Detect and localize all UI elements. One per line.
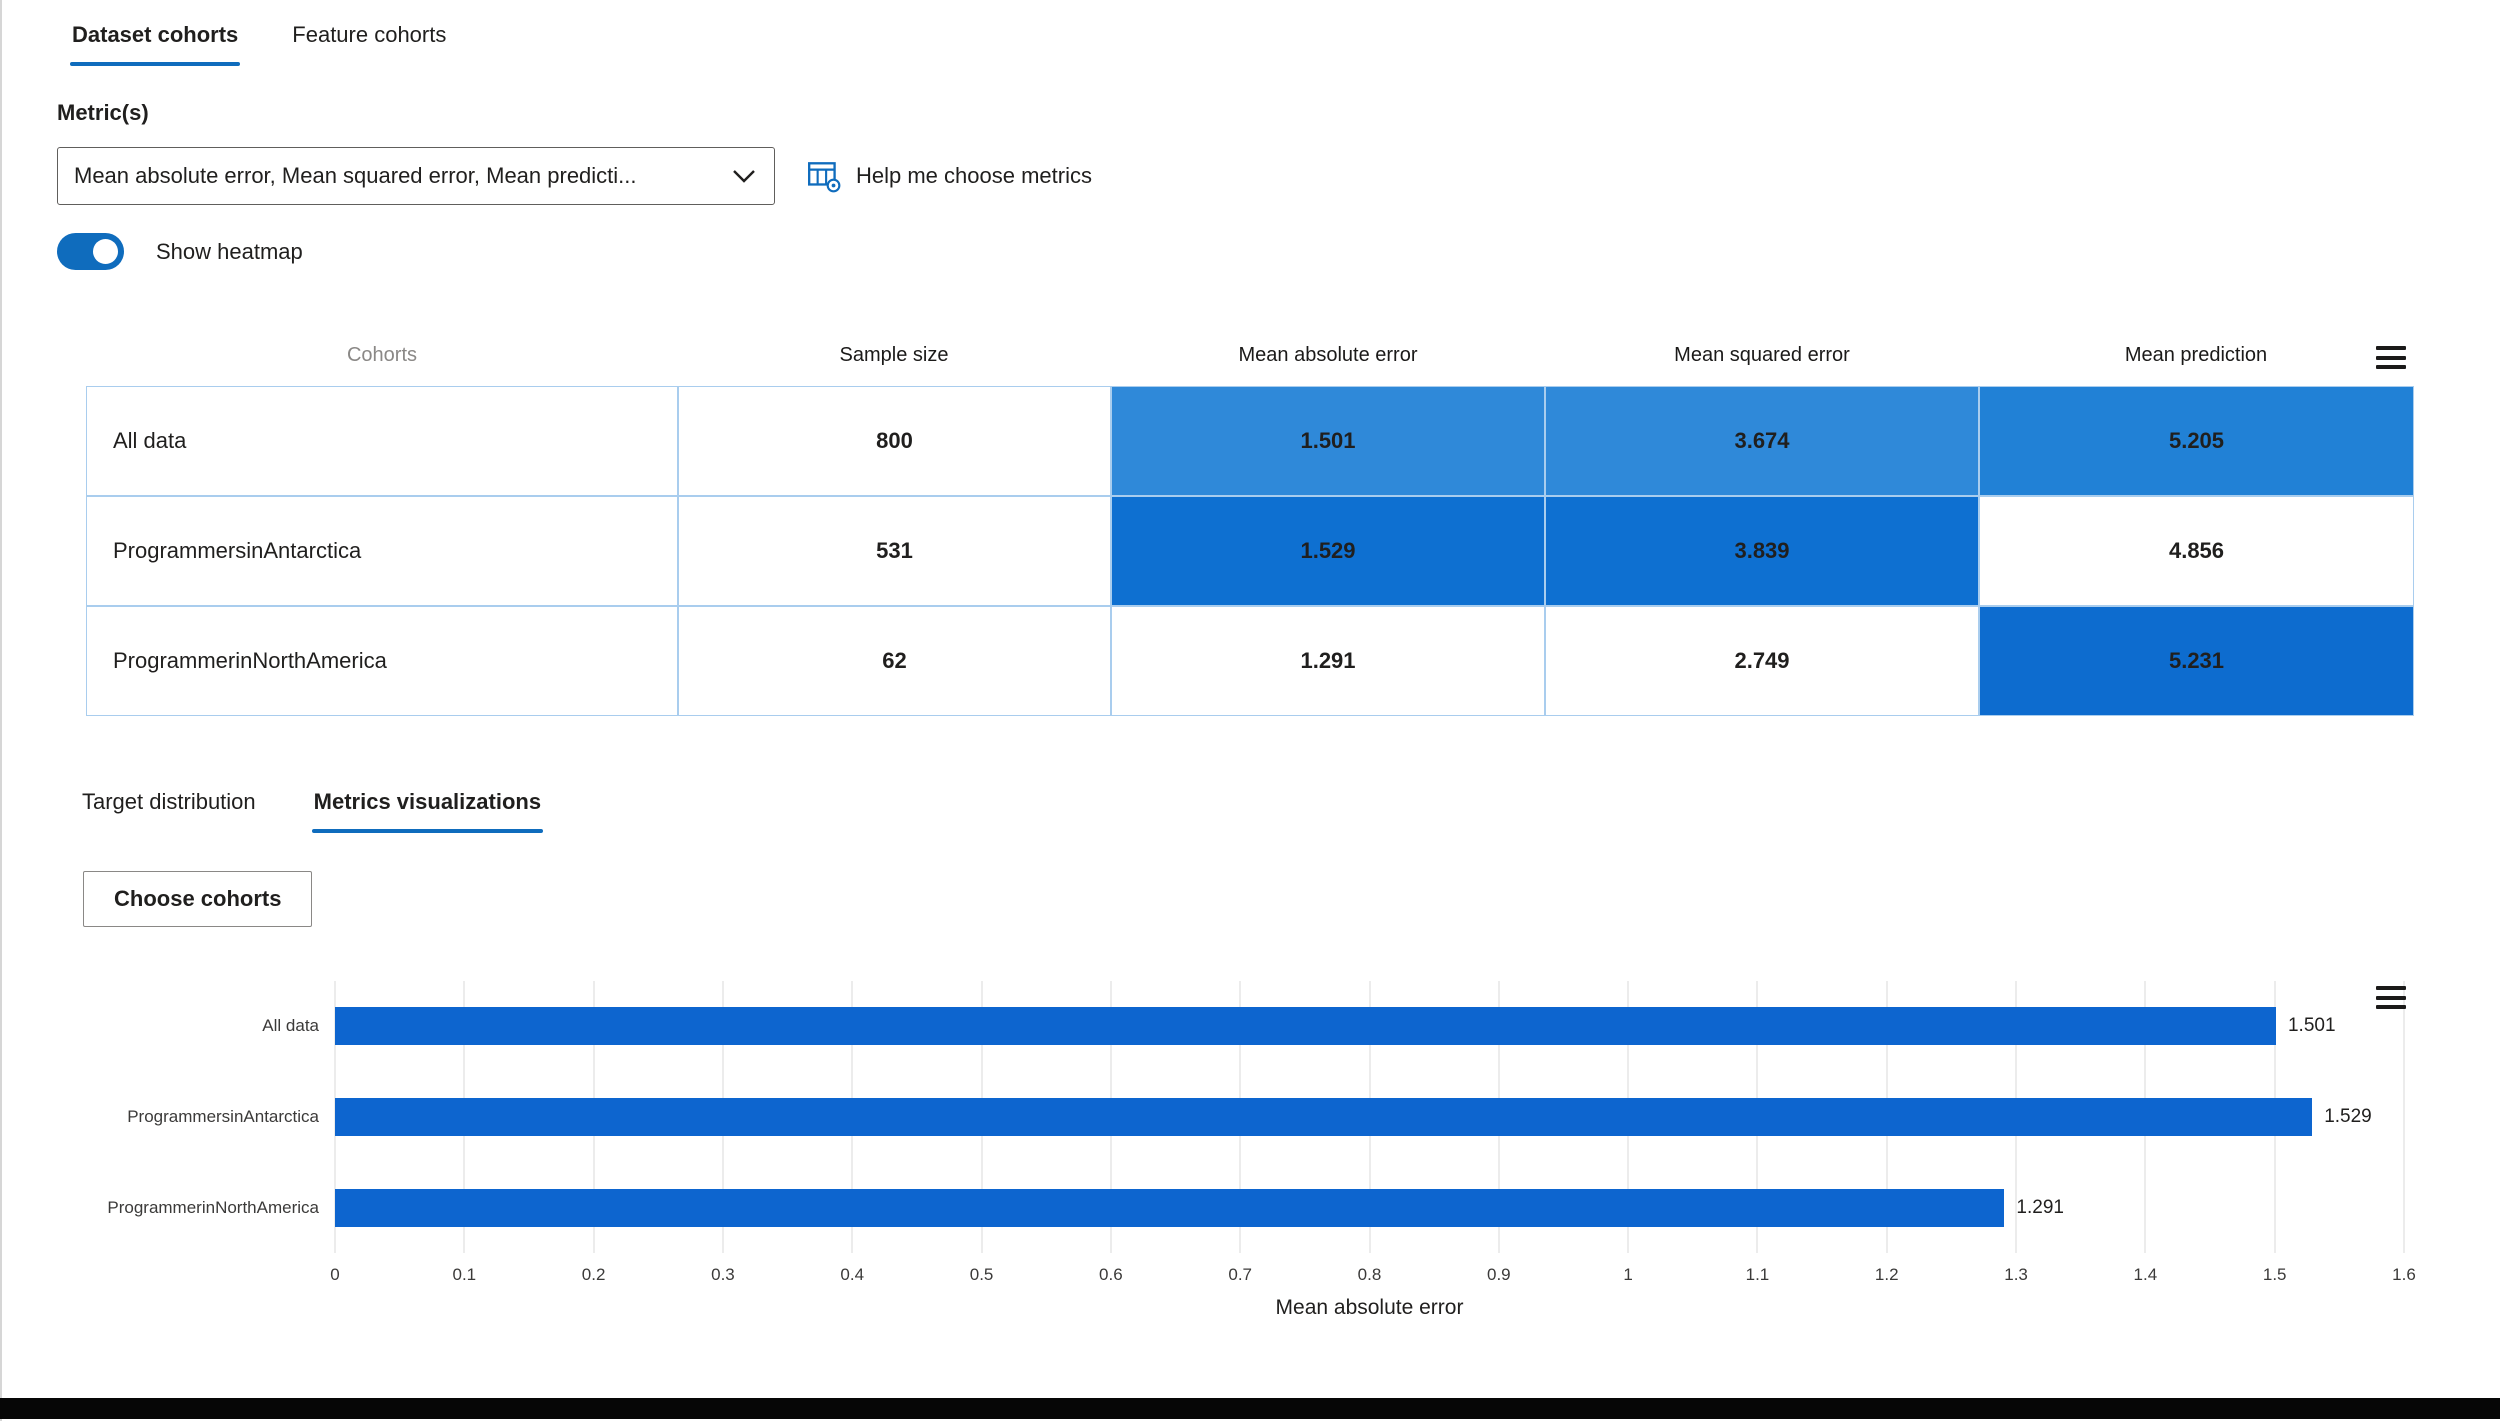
- cohort-name-cell: All data: [86, 386, 678, 496]
- tab-feature-cohorts-label: Feature cohorts: [292, 22, 447, 47]
- x-tick-label: 1.1: [1745, 1265, 1770, 1284]
- window-left-edge: [0, 0, 2, 1421]
- bottom-black-bar: [0, 1398, 2500, 1419]
- col-header-cohorts: Cohorts: [346, 344, 418, 366]
- choose-cohorts-button[interactable]: Choose cohorts: [83, 871, 313, 927]
- y-category-label: All data: [262, 1016, 319, 1036]
- help-me-choose-metrics-label: Help me choose metrics: [856, 163, 1092, 188]
- sample-size-cell: 531: [678, 496, 1111, 606]
- x-tick-label: 1.6: [2392, 1265, 2416, 1284]
- bar-all-data[interactable]: [335, 1007, 2276, 1046]
- x-tick-label: 0.5: [969, 1265, 994, 1284]
- x-tick-label: 0.1: [452, 1265, 477, 1284]
- tab-dataset-cohorts-label: Dataset cohorts: [72, 22, 239, 47]
- bar-value-label: 1.501: [2287, 1015, 2336, 1037]
- x-tick-label: 1.4: [2133, 1265, 2158, 1284]
- bar-programmerinnorthamerica[interactable]: [335, 1188, 2005, 1227]
- metrics-dropdown-value: Mean absolute error, Mean squared error,…: [74, 163, 637, 188]
- cohort-metrics-heatmap-table: All data 800 1.501 3.674 5.205 Programme…: [86, 386, 2414, 716]
- tab-metrics-visualizations[interactable]: Metrics visualizations: [311, 789, 544, 833]
- metric-cell[interactable]: 5.205: [1979, 386, 2414, 496]
- bar-plot: 0 0.1 0.2 0.3 0.4 0.5 0.6 0.7 0.8 0.9 1 1.1 1.2 1.3 1.…: [107, 981, 2416, 1284]
- table-header-row: Cohorts Sample size Mean absolute error …: [0, 344, 2500, 372]
- x-tick-label: 1.5: [2262, 1265, 2287, 1284]
- tab-target-distribution[interactable]: Target distribution: [80, 789, 258, 833]
- col-header-mean-absolute-error: Mean absolute error: [1238, 344, 1418, 366]
- help-me-choose-metrics-link[interactable]: Help me choose metrics: [806, 147, 1092, 205]
- col-header-sample-size: Sample size: [839, 344, 949, 366]
- tab-metrics-visualizations-label: Metrics visualizations: [313, 789, 542, 814]
- cohort-tab-bar: Dataset cohorts Feature cohorts: [70, 18, 448, 66]
- sample-size-cell: 62: [678, 606, 1111, 716]
- gridline: [2403, 981, 2405, 1253]
- show-heatmap-row: Show heatmap: [57, 233, 303, 270]
- metric-cell[interactable]: 1.529: [1111, 496, 1545, 606]
- x-tick-label: 0.4: [840, 1265, 865, 1284]
- x-tick-label: 1: [1623, 1265, 1633, 1284]
- bar-value-label: 1.529: [2324, 1106, 2372, 1127]
- chart-menu-icon[interactable]: [2376, 986, 2406, 1009]
- x-axis-title: Mean absolute error: [1275, 1296, 1464, 1319]
- cohort-name-cell: ProgrammersinAntarctica: [86, 496, 678, 606]
- x-tick-label: 1.2: [1874, 1265, 1899, 1284]
- metrics-label: Metric(s): [57, 100, 149, 125]
- y-category-label: ProgrammersinAntarctica: [127, 1107, 319, 1126]
- show-heatmap-label: Show heatmap: [156, 238, 303, 264]
- x-tick-label: 1.3: [2004, 1265, 2028, 1284]
- tab-feature-cohorts[interactable]: Feature cohorts: [290, 18, 448, 66]
- tab-dataset-cohorts[interactable]: Dataset cohorts: [70, 18, 241, 66]
- metrics-dropdown[interactable]: Mean absolute error, Mean squared error,…: [57, 147, 775, 205]
- visualization-tab-bar: Target distribution Metrics visualizatio…: [80, 789, 544, 833]
- bar-value-label: 1.291: [2016, 1196, 2064, 1218]
- y-category-label: ProgrammerinNorthAmerica: [107, 1197, 319, 1217]
- cohort-name-cell: ProgrammerinNorthAmerica: [86, 606, 678, 716]
- sample-size-cell: 800: [678, 386, 1111, 496]
- metric-cell[interactable]: 3.839: [1545, 496, 1979, 606]
- metric-cell[interactable]: 4.856: [1979, 496, 2414, 606]
- col-header-mean-prediction: Mean prediction: [2124, 344, 2268, 366]
- x-tick-label: 0.7: [1228, 1265, 1253, 1284]
- metric-cell[interactable]: 1.291: [1111, 606, 1545, 716]
- metric-cell[interactable]: 2.749: [1545, 606, 1979, 716]
- x-tick-label: 0.6: [1099, 1265, 1123, 1284]
- bar-programmersinantarctica[interactable]: [335, 1098, 2313, 1136]
- metric-cell[interactable]: 1.501: [1111, 386, 1545, 496]
- x-tick-label: 0.3: [711, 1265, 735, 1284]
- x-tick-label: 0.2: [581, 1265, 606, 1284]
- x-tick-label: 0.8: [1357, 1265, 1382, 1284]
- table-menu-icon[interactable]: [2376, 346, 2406, 369]
- metric-cell[interactable]: 5.231: [1979, 606, 2414, 716]
- metric-cell[interactable]: 3.674: [1545, 386, 1979, 496]
- x-tick-label: 0.9: [1486, 1265, 1511, 1284]
- toggle-knob: [93, 239, 118, 264]
- col-header-mean-squared-error: Mean squared error: [1674, 344, 1850, 366]
- chevron-down-icon: [732, 169, 756, 183]
- tab-target-distribution-label: Target distribution: [82, 789, 256, 814]
- metrics-help-icon: [806, 158, 842, 194]
- x-tick-label: 0: [330, 1265, 340, 1284]
- show-heatmap-toggle[interactable]: [57, 233, 124, 270]
